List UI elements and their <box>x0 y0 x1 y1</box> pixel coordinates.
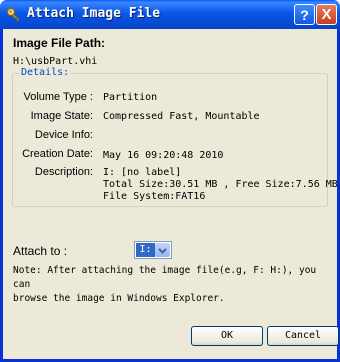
help-button[interactable]: ? <box>294 4 315 25</box>
image-state-value: Compressed Fast, Mountable <box>103 111 260 122</box>
note-line-2: browse the image in Windows Explorer. <box>13 293 225 304</box>
device-info-label: Device Info: <box>34 129 93 141</box>
creation-date-label: Creation Date: <box>22 148 93 160</box>
volume-type-label: Volume Type : <box>23 91 93 103</box>
drive-letter-select[interactable]: I: <box>134 241 172 259</box>
image-path-label: Image File Path: <box>13 36 106 50</box>
attach-to-label: Attach to : <box>13 244 68 258</box>
title-bar[interactable]: Attach Image File ? X <box>0 0 340 29</box>
image-state-label: Image State: <box>30 110 93 122</box>
window-title: Attach Image File <box>27 6 161 21</box>
note-line-1: Note: After attaching the image file(e.g… <box>13 265 317 290</box>
description-line-3: File System:FAT16 <box>103 191 206 202</box>
cancel-button[interactable]: Cancel <box>267 326 339 346</box>
drive-letter-value: I: <box>136 243 155 257</box>
close-button[interactable]: X <box>316 4 337 25</box>
details-legend: Details: <box>19 67 72 78</box>
description-label: Description: <box>34 166 93 178</box>
chevron-down-icon[interactable] <box>155 243 170 257</box>
image-path-value: H:\usbPart.vhi <box>13 56 98 67</box>
creation-date-value: May 16 09:20:48 2010 <box>103 150 224 161</box>
description-line-2: Total Size:30.51 MB , Free Size:7.56 MB, <box>103 179 340 190</box>
note-text: Note: After attaching the image file(e.g… <box>13 264 333 306</box>
volume-type-value: Partition <box>103 92 158 103</box>
key-icon <box>6 6 22 22</box>
ok-button[interactable]: OK <box>191 326 263 346</box>
details-group: Details: Volume Type : Partition Image S… <box>12 67 340 207</box>
description-line-1: I: [no label] <box>103 167 182 178</box>
attach-image-dialog: Attach Image File ? X Image File Path: H… <box>0 0 340 362</box>
